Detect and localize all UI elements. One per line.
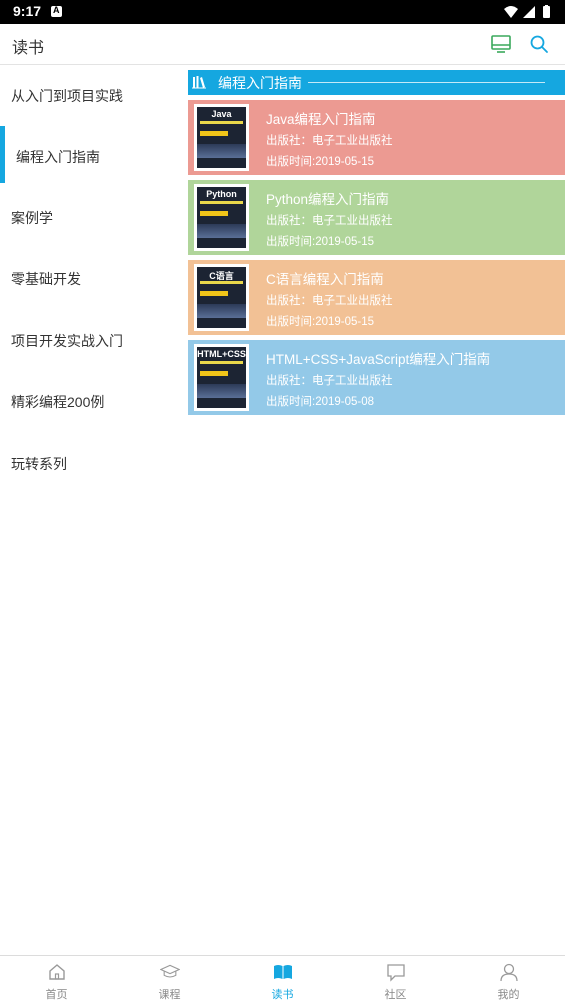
sidebar-item-from-beginner-to-project[interactable]: 从入门到项目实践: [0, 65, 186, 127]
book-date: 出版时间:2019-05-15: [266, 236, 375, 248]
sidebar-item-case-study[interactable]: 案例学: [0, 187, 186, 249]
book-publisher: 出版社：电子工业出版社: [266, 135, 393, 147]
bottom-tab-bar: 首页 课程 读书 社区 我的: [0, 955, 565, 1004]
cover-title: Python: [206, 189, 237, 199]
sidebar-item-project-practice[interactable]: 项目开发实战入门: [0, 310, 186, 372]
sidebar-item-label: 玩转系列: [11, 456, 67, 472]
sidebar-item-label: 零基础开发: [11, 271, 81, 287]
open-book-icon: [273, 965, 292, 979]
tab-label: 社区: [384, 989, 407, 1001]
book-cover: HTML+CSS: [194, 344, 249, 411]
sidebar-item-label: 案例学: [11, 210, 53, 226]
book-publisher: 出版社：电子工业出版社: [266, 215, 393, 227]
cover-title: Java: [211, 109, 232, 119]
tab-courses[interactable]: 课程: [113, 956, 226, 1004]
battery-icon: [543, 6, 550, 18]
graduation-cap-icon: [159, 964, 180, 978]
status-bar: 9:17 A: [0, 0, 565, 24]
book-publisher: 出版社：电子工业出版社: [266, 295, 393, 307]
home-icon: [48, 964, 65, 980]
cover-title: HTML+CSS: [197, 349, 246, 359]
chat-bubble-icon: [386, 964, 405, 982]
monitor-icon[interactable]: [490, 33, 512, 55]
tab-label: 读书: [271, 989, 294, 1001]
tab-label: 课程: [158, 989, 181, 1001]
sidebar-item-label: 项目开发实战入门: [11, 333, 123, 349]
search-icon[interactable]: [528, 33, 550, 55]
book-cover: C语言: [194, 264, 249, 331]
book-title: Python编程入门指南: [266, 192, 390, 207]
sidebar-item-label: 编程入门指南: [16, 149, 100, 165]
book-card[interactable]: HTML+CSS HTML+CSS+JavaScript编程入门指南 出版社：电…: [188, 340, 565, 415]
status-icons: [504, 5, 550, 18]
sidebar-item-200-examples[interactable]: 精彩编程200例: [0, 371, 186, 433]
tab-mine[interactable]: 我的: [452, 956, 565, 1004]
active-indicator: [0, 126, 5, 183]
section-header: 编程入门指南: [188, 70, 565, 95]
sidebar-item-label: 从入门到项目实践: [11, 88, 123, 104]
book-card[interactable]: Java Java编程入门指南 出版社：电子工业出版社 出版时间:2019-05…: [188, 100, 565, 175]
sidebar-item-play-series[interactable]: 玩转系列: [0, 433, 186, 495]
book-card[interactable]: Python Python编程入门指南 出版社：电子工业出版社 出版时间:201…: [188, 180, 565, 255]
book-date: 出版时间:2019-05-15: [266, 316, 375, 328]
user-icon: [499, 963, 518, 982]
book-title: C语言编程入门指南: [266, 272, 384, 287]
section-title: 编程入门指南: [218, 75, 302, 91]
book-title: HTML+CSS+JavaScript编程入门指南: [266, 352, 491, 367]
book-publisher: 出版社：电子工业出版社: [266, 375, 393, 387]
sidebar-item-label: 精彩编程200例: [11, 394, 105, 410]
category-sidebar: 从入门到项目实践 编程入门指南 案例学 零基础开发 项目开发实战入门 精彩编程2…: [0, 65, 186, 955]
tab-reading[interactable]: 读书: [226, 956, 339, 1004]
section-divider: [308, 82, 545, 83]
sidebar-item-programming-guide[interactable]: 编程入门指南: [0, 126, 186, 188]
book-card[interactable]: C语言 C语言编程入门指南 出版社：电子工业出版社 出版时间:2019-05-1…: [188, 260, 565, 335]
status-time: 9:17: [13, 3, 42, 19]
tab-community[interactable]: 社区: [339, 956, 452, 1004]
signal-icon: [523, 6, 535, 18]
notification-icon: A: [51, 5, 62, 17]
book-cover: Java: [194, 104, 249, 171]
wifi-icon: [504, 6, 518, 18]
book-cover: Python: [194, 184, 249, 251]
book-title: Java编程入门指南: [266, 112, 376, 127]
tab-home[interactable]: 首页: [0, 956, 113, 1004]
sidebar-item-zero-basics[interactable]: 零基础开发: [0, 248, 186, 310]
tab-label: 我的: [497, 989, 520, 1001]
book-date: 出版时间:2019-05-08: [266, 396, 375, 408]
page-title: 读书: [12, 40, 45, 57]
book-date: 出版时间:2019-05-15: [266, 156, 375, 168]
books-icon: [192, 76, 206, 89]
tab-label: 首页: [45, 989, 68, 1001]
app-header: 读书: [0, 24, 565, 65]
